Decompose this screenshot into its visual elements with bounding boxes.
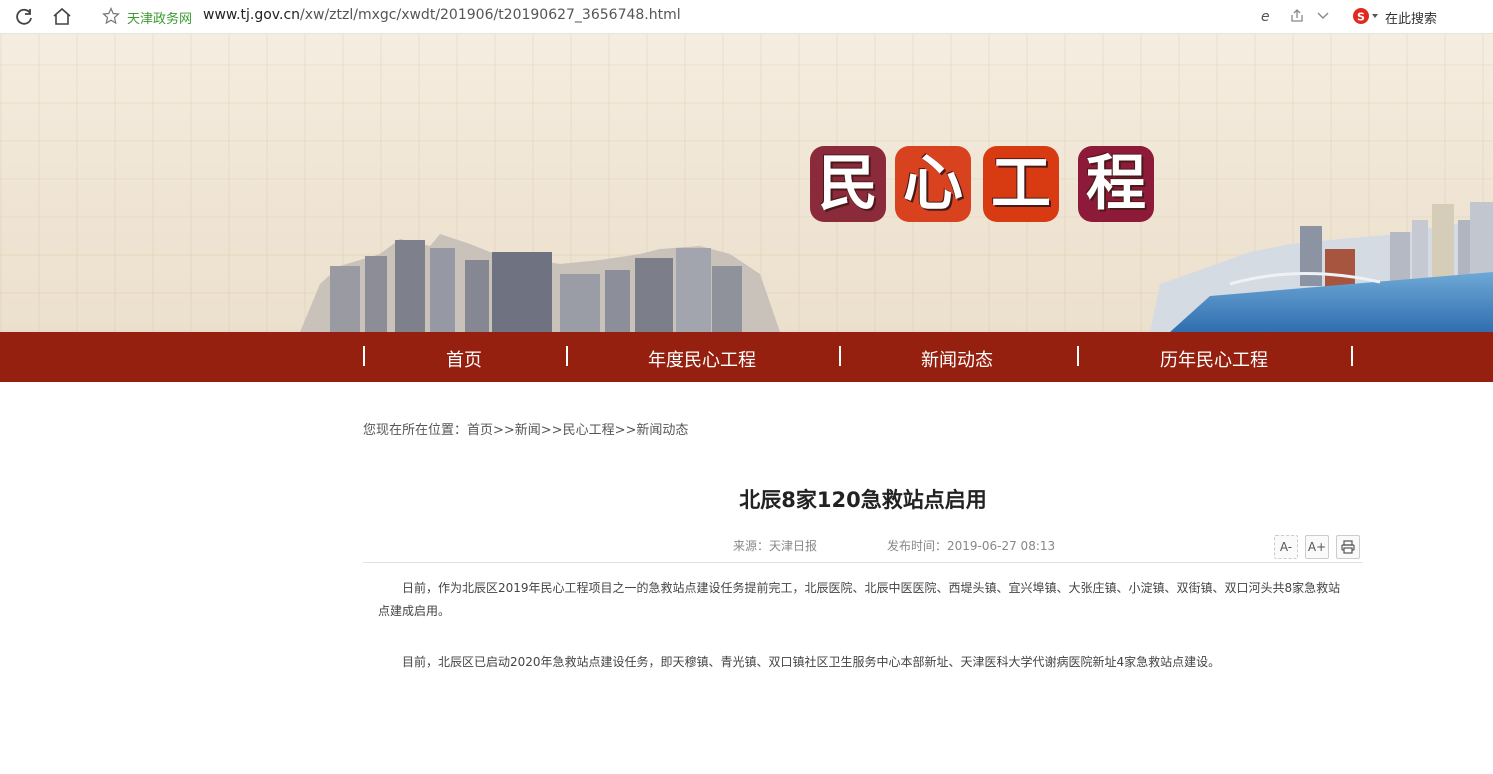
share-icon[interactable] — [1289, 8, 1305, 24]
article-paragraph: 目前，北辰区已启动2020年急救站点建设任务，即天穆镇、青光镇、双口镇社区卫生服… — [402, 655, 1221, 669]
address-bar[interactable]: www.tj.gov.cn/xw/ztzl/mxgc/xwdt/201906/t… — [203, 7, 681, 23]
banner-title-char-2: 心 — [895, 146, 971, 222]
article-source: 来源：天津日报 — [733, 539, 818, 553]
article-paragraph: 日前，作为北辰区2019年民心工程项目之一的急救站点建设任务提前完工，北辰医院、… — [378, 581, 1341, 618]
breadcrumb[interactable]: 您现在所在位置：首页>>新闻>>民心工程>>新闻动态 — [363, 419, 688, 438]
banner-title-char-4: 程 — [1078, 146, 1154, 222]
search-engine-icon[interactable]: S — [1352, 6, 1380, 26]
browser-toolbar: 天津政务网 www.tj.gov.cn/xw/ztzl/mxgc/xwdt/20… — [0, 0, 1493, 34]
nav-separator — [1351, 346, 1353, 366]
svg-text:S: S — [1357, 11, 1365, 24]
article-publish-time: 发布时间：2019-06-27 08:13 — [887, 539, 1056, 553]
main-nav: 首页 年度民心工程 新闻动态 历年民心工程 — [0, 332, 1493, 382]
nav-separator — [566, 346, 568, 366]
banner-title-char-3: 工 — [983, 146, 1059, 222]
home-icon[interactable] — [51, 6, 73, 26]
print-icon — [1341, 540, 1355, 554]
chevron-down-icon[interactable] — [1316, 10, 1330, 22]
divider — [363, 562, 1363, 563]
star-icon[interactable] — [102, 7, 120, 25]
url-host: www.tj.gov.cn — [203, 7, 301, 23]
nav-separator — [1077, 346, 1079, 366]
nav-item-news[interactable]: 新闻动态 — [921, 346, 993, 372]
banner: 民 心 工 程 — [0, 34, 1493, 332]
nav-item-history-projects[interactable]: 历年民心工程 — [1160, 346, 1268, 372]
refresh-icon[interactable] — [15, 7, 35, 27]
nav-separator — [839, 346, 841, 366]
nav-item-home[interactable]: 首页 — [446, 346, 482, 372]
print-button[interactable] — [1336, 535, 1360, 559]
nav-separator — [363, 346, 365, 366]
article-title: 北辰8家120急救站点启用 — [739, 488, 987, 512]
site-name: 天津政务网 — [127, 12, 193, 27]
url-path: /xw/ztzl/mxgc/xwdt/201906/t20190627_3656… — [300, 7, 681, 23]
banner-title-char-1: 民 — [810, 146, 886, 222]
font-smaller-button[interactable]: A- — [1274, 535, 1298, 559]
ie-icon[interactable]: e — [1258, 8, 1274, 24]
nav-item-annual-projects[interactable]: 年度民心工程 — [648, 346, 756, 372]
font-larger-button[interactable]: A+ — [1305, 535, 1329, 559]
search-box[interactable]: 在此搜索 — [1385, 8, 1437, 27]
svg-text:e: e — [1261, 9, 1270, 24]
banner-cityscape — [300, 202, 1493, 332]
